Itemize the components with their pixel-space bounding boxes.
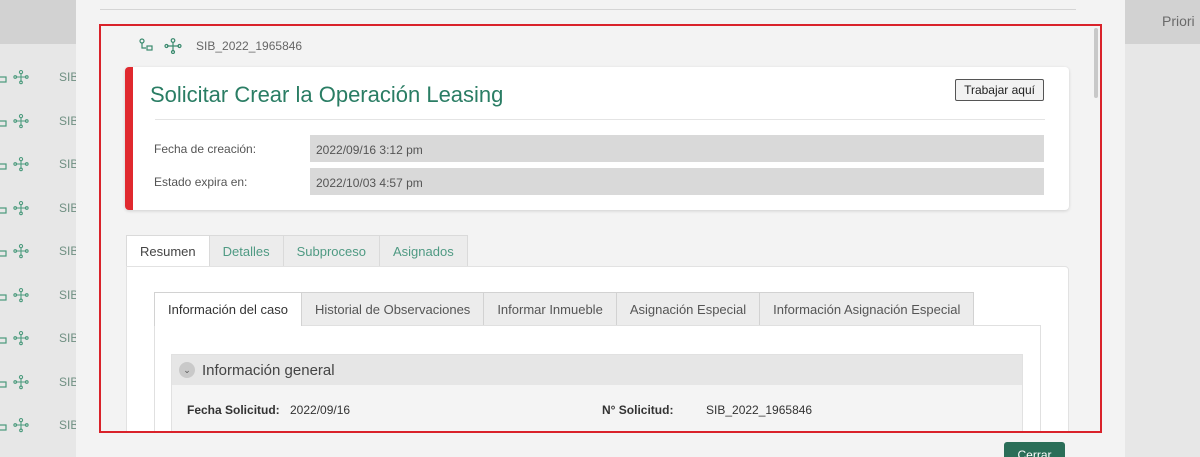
main-tabs: Resumen Detalles Subproceso Asignados xyxy=(126,235,468,267)
request-date-value: 2022/09/16 xyxy=(290,403,351,417)
creation-date-label: Fecha de creación: xyxy=(154,142,257,156)
process-tree-icon xyxy=(13,417,29,438)
process-map-icon xyxy=(0,200,8,214)
process-map-icon xyxy=(0,113,8,127)
scrollbar[interactable] xyxy=(1094,28,1098,98)
process-tree-icon xyxy=(13,243,29,264)
background-row[interactable]: SIB xyxy=(0,328,76,348)
process-map-icon xyxy=(0,374,8,388)
tab-asignados[interactable]: Asignados xyxy=(379,235,468,266)
process-map-icon xyxy=(0,330,8,344)
creation-date-value: 2022/09/16 3:12 pm xyxy=(310,135,1044,162)
row-code: SIB xyxy=(59,157,76,171)
chevron-down-icon[interactable]: ⌄ xyxy=(179,362,195,378)
process-map-icon xyxy=(0,156,8,170)
row-code: SIB xyxy=(59,244,76,258)
background-row[interactable]: SIB xyxy=(0,67,76,87)
background-row[interactable]: SIB xyxy=(0,241,76,261)
process-tree-icon xyxy=(13,69,29,90)
case-summary-card: Solicitar Crear la Operación Leasing Tra… xyxy=(125,67,1069,210)
tab-historial-observaciones[interactable]: Historial de Observaciones xyxy=(300,292,485,325)
background-row[interactable]: SIB xyxy=(0,285,76,305)
tab-resumen[interactable]: Resumen xyxy=(126,235,210,267)
sub-tabs: Información del caso Historial de Observ… xyxy=(154,292,975,326)
page-title: Solicitar Crear la Operación Leasing xyxy=(150,82,504,107)
row-code: SIB xyxy=(59,331,76,345)
background-row[interactable]: SIB xyxy=(0,415,76,435)
highlighted-region: SIB_2022_1965846 Solicitar Crear la Oper… xyxy=(99,24,1102,433)
process-tree-icon[interactable] xyxy=(164,38,182,54)
section-title: Información general xyxy=(202,361,335,379)
process-tree-icon xyxy=(13,200,29,221)
row-code: SIB xyxy=(59,70,76,84)
priority-column-header: Priori xyxy=(1162,13,1195,29)
process-map-icon xyxy=(0,417,8,431)
tab-asignacion-especial[interactable]: Asignación Especial xyxy=(615,292,761,325)
tab-detalles[interactable]: Detalles xyxy=(208,235,284,266)
expiry-value: 2022/10/03 4:57 pm xyxy=(310,168,1044,195)
process-map-icon xyxy=(0,69,8,83)
process-tree-icon xyxy=(13,156,29,177)
tab-informar-inmueble[interactable]: Informar Inmueble xyxy=(483,292,617,325)
process-tree-icon xyxy=(13,374,29,395)
modal-divider xyxy=(100,9,1076,10)
general-info-section: ⌄ Información general Fecha Solicitud: 2… xyxy=(171,354,1023,431)
row-code: SIB xyxy=(59,374,76,389)
request-number-value: SIB_2022_1965846 xyxy=(706,403,813,417)
background-row[interactable]: SIB xyxy=(0,111,76,131)
process-tree-icon xyxy=(13,287,29,308)
tab-informacion-asignacion-especial[interactable]: Información Asignación Especial xyxy=(759,292,975,325)
section-header[interactable]: ⌄ Información general xyxy=(172,355,1022,385)
tab-subproceso[interactable]: Subproceso xyxy=(282,235,380,266)
request-number-label: N° Solicitud: xyxy=(602,403,674,417)
work-here-button[interactable]: Trabajar aquí xyxy=(955,79,1044,101)
expiry-label: Estado expira en: xyxy=(154,175,248,189)
background-row[interactable]: SIB xyxy=(0,154,76,174)
case-modal: SIB_2022_1965846 Solicitar Crear la Oper… xyxy=(76,0,1125,457)
row-code: SIB xyxy=(59,200,76,215)
row-code: SIB xyxy=(59,287,76,302)
process-map-icon[interactable] xyxy=(138,38,154,54)
breadcrumb: SIB_2022_1965846 xyxy=(138,38,302,54)
process-tree-icon xyxy=(13,113,29,134)
background-row[interactable]: SIB xyxy=(0,198,76,218)
process-map-icon xyxy=(0,243,8,257)
row-code: SIB xyxy=(59,113,76,128)
case-code: SIB_2022_1965846 xyxy=(196,39,303,53)
process-map-icon xyxy=(0,287,8,301)
tab-informacion-del-caso[interactable]: Información del caso xyxy=(154,292,302,326)
card-divider xyxy=(155,119,1045,120)
close-button[interactable]: Cerrar xyxy=(1004,442,1065,457)
request-date-label: Fecha Solicitud: xyxy=(187,403,280,417)
process-tree-icon xyxy=(13,330,29,351)
row-code: SIB xyxy=(59,418,76,432)
background-row[interactable]: SIB xyxy=(0,372,76,392)
